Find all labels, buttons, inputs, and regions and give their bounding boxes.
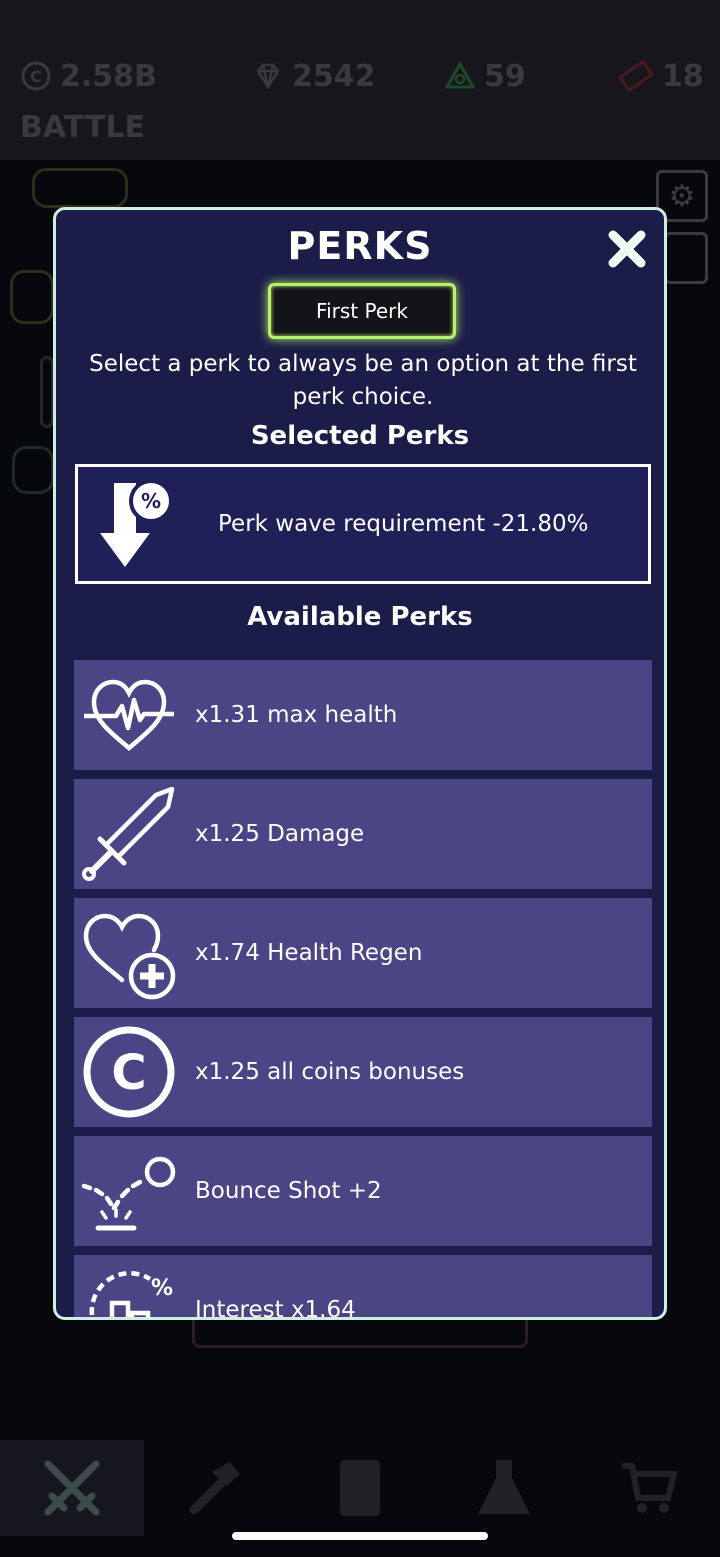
screen-label: BATTLE — [20, 110, 145, 145]
tab-workshop[interactable] — [144, 1440, 288, 1536]
bounce-shot-icon — [80, 1142, 178, 1240]
selected-perk[interactable]: % Perk wave requirement -21.80% — [75, 464, 651, 584]
perk-row-health-regen[interactable]: x1.74 Health Regen — [74, 898, 652, 1008]
modal-title: PERKS — [287, 224, 433, 268]
home-indicator[interactable] — [232, 1532, 488, 1540]
perk-row-bounce-shot[interactable]: Bounce Shot +2 — [74, 1136, 652, 1246]
tickets-counter: 18 — [618, 56, 704, 96]
background-side-button[interactable] — [664, 232, 708, 284]
perk-label: x1.74 Health Regen — [195, 940, 423, 966]
heartbeat-icon — [80, 666, 178, 764]
perk-row-coins-bonus[interactable]: C x1.25 all coins bonuses — [74, 1017, 652, 1127]
tab-labs[interactable] — [432, 1440, 576, 1536]
perk-label: Bounce Shot +2 — [195, 1178, 382, 1204]
medals-counter: 59 — [444, 56, 526, 96]
perk-row-interest[interactable]: % Interest x1.64 — [74, 1255, 652, 1320]
gems-value: 2542 — [292, 58, 376, 94]
tab-battle[interactable] — [0, 1440, 144, 1536]
sword-icon — [80, 785, 178, 883]
perk-type-button[interactable]: First Perk — [268, 283, 456, 339]
svg-text:%: % — [141, 489, 161, 513]
interest-chart-icon: % — [80, 1261, 178, 1317]
svg-text:%: % — [151, 1276, 173, 1301]
heart-plus-icon — [80, 904, 178, 1002]
flask-icon — [476, 1458, 532, 1518]
close-button[interactable] — [604, 226, 650, 272]
perk-row-damage[interactable]: x1.25 Damage — [74, 779, 652, 889]
selected-perks-heading: Selected Perks — [250, 421, 470, 451]
perk-label: x1.25 all coins bonuses — [195, 1059, 465, 1085]
background-button — [12, 446, 54, 494]
ticket-icon — [618, 60, 654, 92]
crossed-swords-icon — [40, 1456, 104, 1520]
svg-text:C: C — [30, 67, 42, 86]
available-perks-heading: Available Perks — [247, 602, 473, 632]
close-icon — [605, 227, 649, 271]
cart-icon — [618, 1458, 678, 1518]
perk-label: Interest x1.64 — [195, 1297, 356, 1320]
bottom-nav — [0, 1440, 720, 1536]
selected-perk-label: Perk wave requirement -21.80% — [218, 511, 589, 537]
perk-label: x1.25 Damage — [195, 821, 365, 847]
perk-row-max-health[interactable]: x1.31 max health — [74, 660, 652, 770]
coins-value: 2.58B — [60, 58, 157, 94]
tickets-value: 18 — [662, 58, 704, 94]
perks-modal: PERKS First Perk Select a perk to always… — [53, 207, 667, 1320]
card-icon — [336, 1458, 384, 1518]
background-panel — [40, 356, 54, 428]
gems-counter: 2542 — [252, 56, 376, 96]
coin-icon: C — [20, 60, 52, 92]
perk-description: Select a perk to always be an option at … — [89, 351, 637, 410]
perks-screen: C 2.58B 2542 59 18 BATTLE ⚙ PERKS First … — [0, 0, 720, 1557]
perk-label: x1.31 max health — [195, 702, 398, 728]
medal-icon — [444, 60, 476, 92]
tab-shop[interactable] — [576, 1440, 720, 1536]
hammer-icon — [186, 1458, 246, 1518]
tab-cards[interactable] — [288, 1440, 432, 1536]
background-button — [10, 270, 54, 324]
coin-icon: C — [80, 1023, 178, 1121]
coins-counter: C 2.58B — [20, 56, 157, 96]
svg-text:C: C — [111, 1045, 146, 1101]
background-badge — [32, 168, 128, 208]
gem-icon — [252, 60, 284, 92]
available-perks-list: x1.31 max health x1.25 Damage x1.74 Heal… — [74, 660, 652, 1320]
wave-percent-down-icon: % — [96, 477, 180, 573]
medals-value: 59 — [484, 58, 526, 94]
